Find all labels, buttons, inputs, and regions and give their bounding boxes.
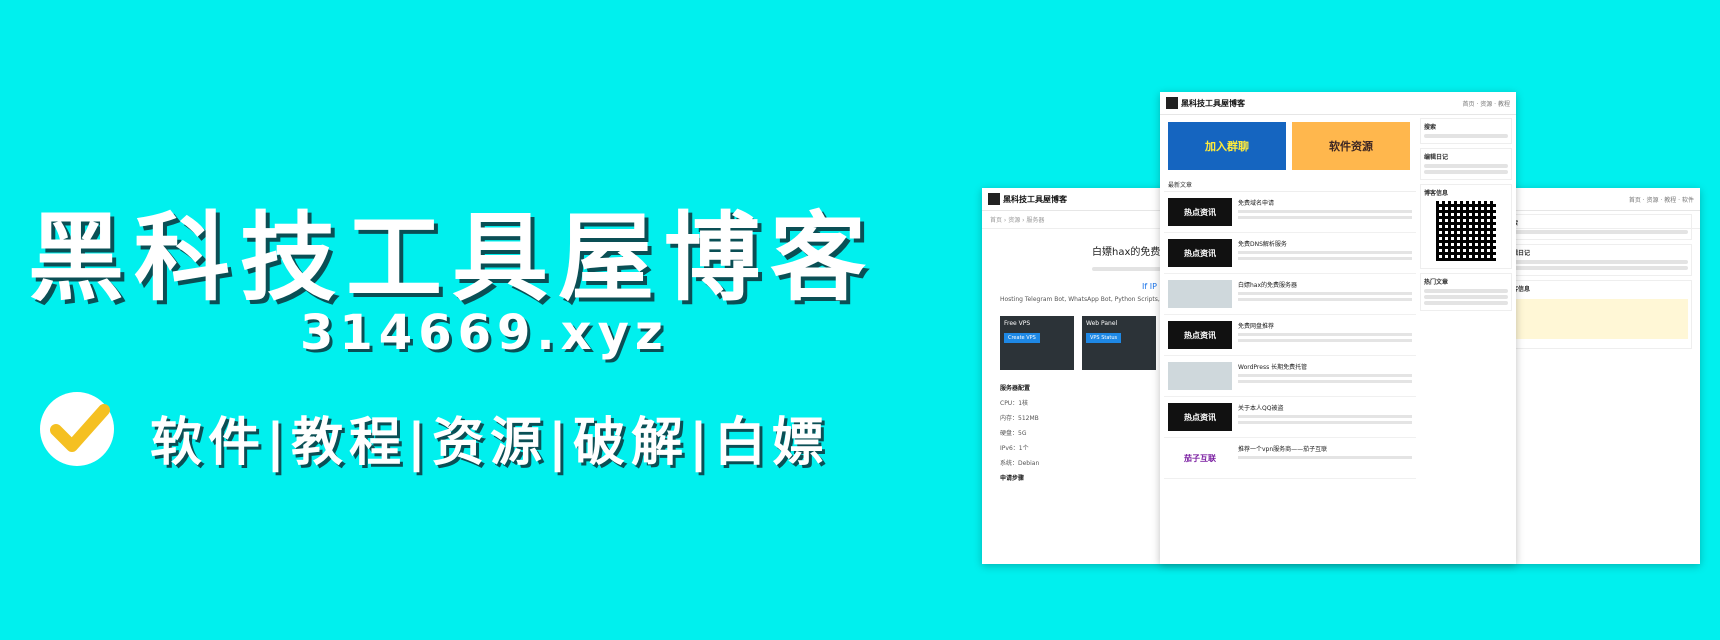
promo-software[interactable]: 软件资源 xyxy=(1292,122,1410,170)
checkmark-icon xyxy=(40,392,114,466)
list-item[interactable]: 热点资讯 免费DNS解析服务 xyxy=(1164,233,1416,274)
qr-code xyxy=(1436,201,1496,261)
section-heading-2: 申请步骤 xyxy=(1000,475,1025,482)
blog-info-widget: 博客信息 xyxy=(1502,280,1692,349)
list-item[interactable]: WordPress 长期免费托管 xyxy=(1164,356,1416,397)
banner-title: 黑科技工具屋博客 xyxy=(28,202,876,314)
hot-posts-widget: 热门文章 xyxy=(1420,273,1512,311)
web-panel-card: Web Panel VPS Status xyxy=(1082,316,1156,370)
list-item[interactable]: 白嫖hax的免费服务器 xyxy=(1164,274,1416,315)
diary-widget: 编辑日记 xyxy=(1502,244,1692,276)
create-vps-button[interactable]: Create VPS xyxy=(1004,333,1040,343)
diary-widget-front: 编辑日记 xyxy=(1420,148,1512,180)
list-item[interactable]: 热点资讯 免费域名申请 xyxy=(1164,192,1416,233)
site-logo-front: 黑科技工具屋博客 xyxy=(1181,98,1245,108)
list-item[interactable]: 茄子互联 推荐一个vpn服务商——茄子互联 xyxy=(1164,438,1416,479)
homepage-screenshot: 黑科技工具屋博客 首页 · 资源 · 教程 加入群聊 软件资源 最新文章 热点资… xyxy=(1160,92,1516,564)
site-logo: 黑科技工具屋博客 xyxy=(1003,194,1067,204)
section-heading: 服务器配置 xyxy=(1000,385,1031,392)
vps-status-button[interactable]: VPS Status xyxy=(1086,333,1122,343)
blog-info-widget-front: 博客信息 xyxy=(1420,184,1512,269)
latest-posts-heading: 最新文章 xyxy=(1164,174,1416,192)
search-widget: 搜索 xyxy=(1502,214,1692,240)
list-item[interactable]: 热点资讯 关于本人QQ被盗 xyxy=(1164,397,1416,438)
free-vps-card: Free VPS Create VPS xyxy=(1000,316,1074,370)
list-item[interactable]: 热点资讯 免费网盘推荐 xyxy=(1164,315,1416,356)
nav-bar: 首页 · 资源 · 教程 · 软件 xyxy=(1628,196,1694,204)
promo-join-group[interactable]: 加入群聊 xyxy=(1168,122,1286,170)
nav-bar-front: 首页 · 资源 · 教程 xyxy=(1462,100,1510,108)
search-widget-front: 搜索 xyxy=(1420,118,1512,144)
banner-domain: 314669.xyz xyxy=(300,305,669,361)
banner-tags: 软件|教程|资源|破解|白嫖 xyxy=(150,413,830,473)
